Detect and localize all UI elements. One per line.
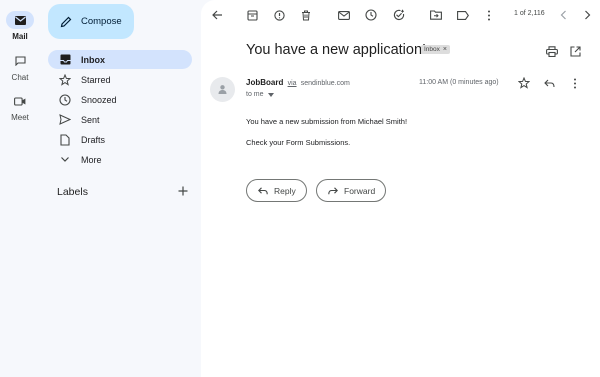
compose-label: Compose bbox=[81, 16, 122, 27]
reply-icon-button[interactable] bbox=[541, 75, 557, 91]
compose-button[interactable]: Compose bbox=[48, 4, 134, 39]
rail-meet-label: Meet bbox=[11, 113, 29, 122]
sender-domain: sendinblue.com bbox=[300, 80, 350, 87]
reply-icon bbox=[258, 186, 268, 194]
labels-button[interactable] bbox=[455, 7, 471, 23]
email-body-line: Check your Form Submissions. bbox=[246, 138, 351, 147]
rail-meet[interactable]: Meet bbox=[0, 92, 40, 122]
sidebar-item-label: Inbox bbox=[81, 54, 105, 65]
delete-button[interactable] bbox=[298, 7, 314, 23]
folder-move-icon bbox=[430, 10, 442, 20]
recipient-details-toggle[interactable]: to me bbox=[246, 91, 274, 98]
badge-label: Inbox bbox=[424, 46, 440, 53]
star-icon bbox=[518, 77, 530, 89]
app-rail: Mail Chat Meet bbox=[0, 0, 40, 377]
sidebar-item-drafts[interactable]: Drafts bbox=[48, 130, 192, 149]
sidebar-item-sent[interactable]: Sent bbox=[48, 110, 192, 129]
mail-icon bbox=[6, 11, 34, 29]
person-icon bbox=[218, 85, 227, 94]
chevron-right-icon bbox=[584, 10, 590, 20]
mark-unread-button[interactable] bbox=[336, 7, 352, 23]
sidebar-item-label: Snoozed bbox=[81, 94, 117, 105]
sender-name: JobBoard bbox=[246, 78, 284, 87]
arrow-left-icon bbox=[211, 10, 222, 20]
more-vert-icon bbox=[574, 78, 576, 88]
add-task-icon bbox=[393, 9, 405, 21]
sidebar: Compose Inbox Starred Snoozed Sent Draft… bbox=[40, 0, 200, 377]
video-icon bbox=[6, 92, 34, 110]
chevron-down-icon bbox=[58, 153, 72, 167]
via-link[interactable]: via bbox=[288, 80, 297, 87]
reply-button[interactable]: Reply bbox=[246, 179, 307, 202]
inbox-label-badge[interactable]: Inbox × bbox=[421, 45, 450, 54]
reply-icon bbox=[543, 79, 555, 87]
more-options-button[interactable] bbox=[481, 7, 497, 23]
add-label-button[interactable] bbox=[176, 184, 190, 198]
pencil-icon bbox=[60, 16, 72, 27]
archive-icon bbox=[246, 9, 258, 21]
forward-label: Forward bbox=[344, 185, 376, 196]
snooze-button[interactable] bbox=[363, 7, 379, 23]
chat-icon bbox=[6, 52, 34, 70]
message-pane: 1 of 2,116 You have a new application! I… bbox=[201, 0, 600, 377]
clock-icon bbox=[58, 93, 72, 107]
forward-button[interactable]: Forward bbox=[316, 179, 387, 202]
star-icon bbox=[58, 73, 72, 87]
open-new-window-button[interactable] bbox=[567, 43, 583, 59]
draft-file-icon bbox=[58, 133, 72, 147]
forward-icon bbox=[328, 186, 338, 194]
recipient-label: to me bbox=[246, 91, 264, 98]
sidebar-item-label: Sent bbox=[81, 114, 100, 125]
sidebar-item-more[interactable]: More bbox=[48, 150, 192, 169]
labels-heading: Labels bbox=[57, 186, 88, 198]
older-button[interactable] bbox=[579, 7, 595, 23]
sidebar-item-snoozed[interactable]: Snoozed bbox=[48, 90, 192, 109]
open-in-new-icon bbox=[569, 45, 581, 57]
clock-icon bbox=[365, 9, 377, 21]
plus-icon bbox=[178, 186, 188, 196]
rail-chat-label: Chat bbox=[11, 73, 29, 82]
archive-button[interactable] bbox=[244, 7, 260, 23]
add-task-button[interactable] bbox=[391, 7, 407, 23]
remove-label-icon[interactable]: × bbox=[443, 46, 447, 53]
report-icon bbox=[273, 9, 285, 21]
sidebar-item-inbox[interactable]: Inbox bbox=[48, 50, 192, 69]
report-spam-button[interactable] bbox=[271, 7, 287, 23]
move-to-button[interactable] bbox=[428, 7, 444, 23]
inbox-icon bbox=[58, 53, 72, 67]
sidebar-item-label: Starred bbox=[81, 74, 111, 85]
back-button[interactable] bbox=[209, 7, 225, 23]
sidebar-item-label: Drafts bbox=[81, 134, 106, 145]
newer-button[interactable] bbox=[555, 7, 571, 23]
label-icon bbox=[457, 10, 469, 20]
rail-mail-label: Mail bbox=[12, 32, 28, 41]
sidebar-item-starred[interactable]: Starred bbox=[48, 70, 192, 89]
page-count: 1 of 2,116 bbox=[514, 10, 545, 17]
caret-down-icon bbox=[267, 92, 274, 97]
chevron-left-icon bbox=[560, 10, 566, 20]
print-icon bbox=[546, 45, 558, 57]
more-vert-icon bbox=[488, 10, 490, 20]
mail-outline-icon bbox=[338, 10, 350, 20]
email-body-line: You have a new submission from Michael S… bbox=[246, 117, 408, 126]
star-button[interactable] bbox=[516, 75, 532, 91]
email-timestamp: 11:00 AM (0 minutes ago) bbox=[419, 79, 499, 86]
message-more-button[interactable] bbox=[567, 75, 583, 91]
email-subject: You have a new application! bbox=[246, 42, 427, 58]
trash-icon bbox=[302, 10, 310, 20]
rail-mail[interactable]: Mail bbox=[0, 11, 40, 41]
sidebar-item-label: More bbox=[81, 154, 102, 165]
rail-chat[interactable]: Chat bbox=[0, 52, 40, 82]
sender-avatar bbox=[210, 77, 235, 102]
print-button[interactable] bbox=[544, 43, 560, 59]
reply-label: Reply bbox=[274, 185, 296, 196]
send-icon bbox=[58, 113, 72, 127]
sender-line: JobBoard via sendinblue.com bbox=[246, 78, 350, 87]
